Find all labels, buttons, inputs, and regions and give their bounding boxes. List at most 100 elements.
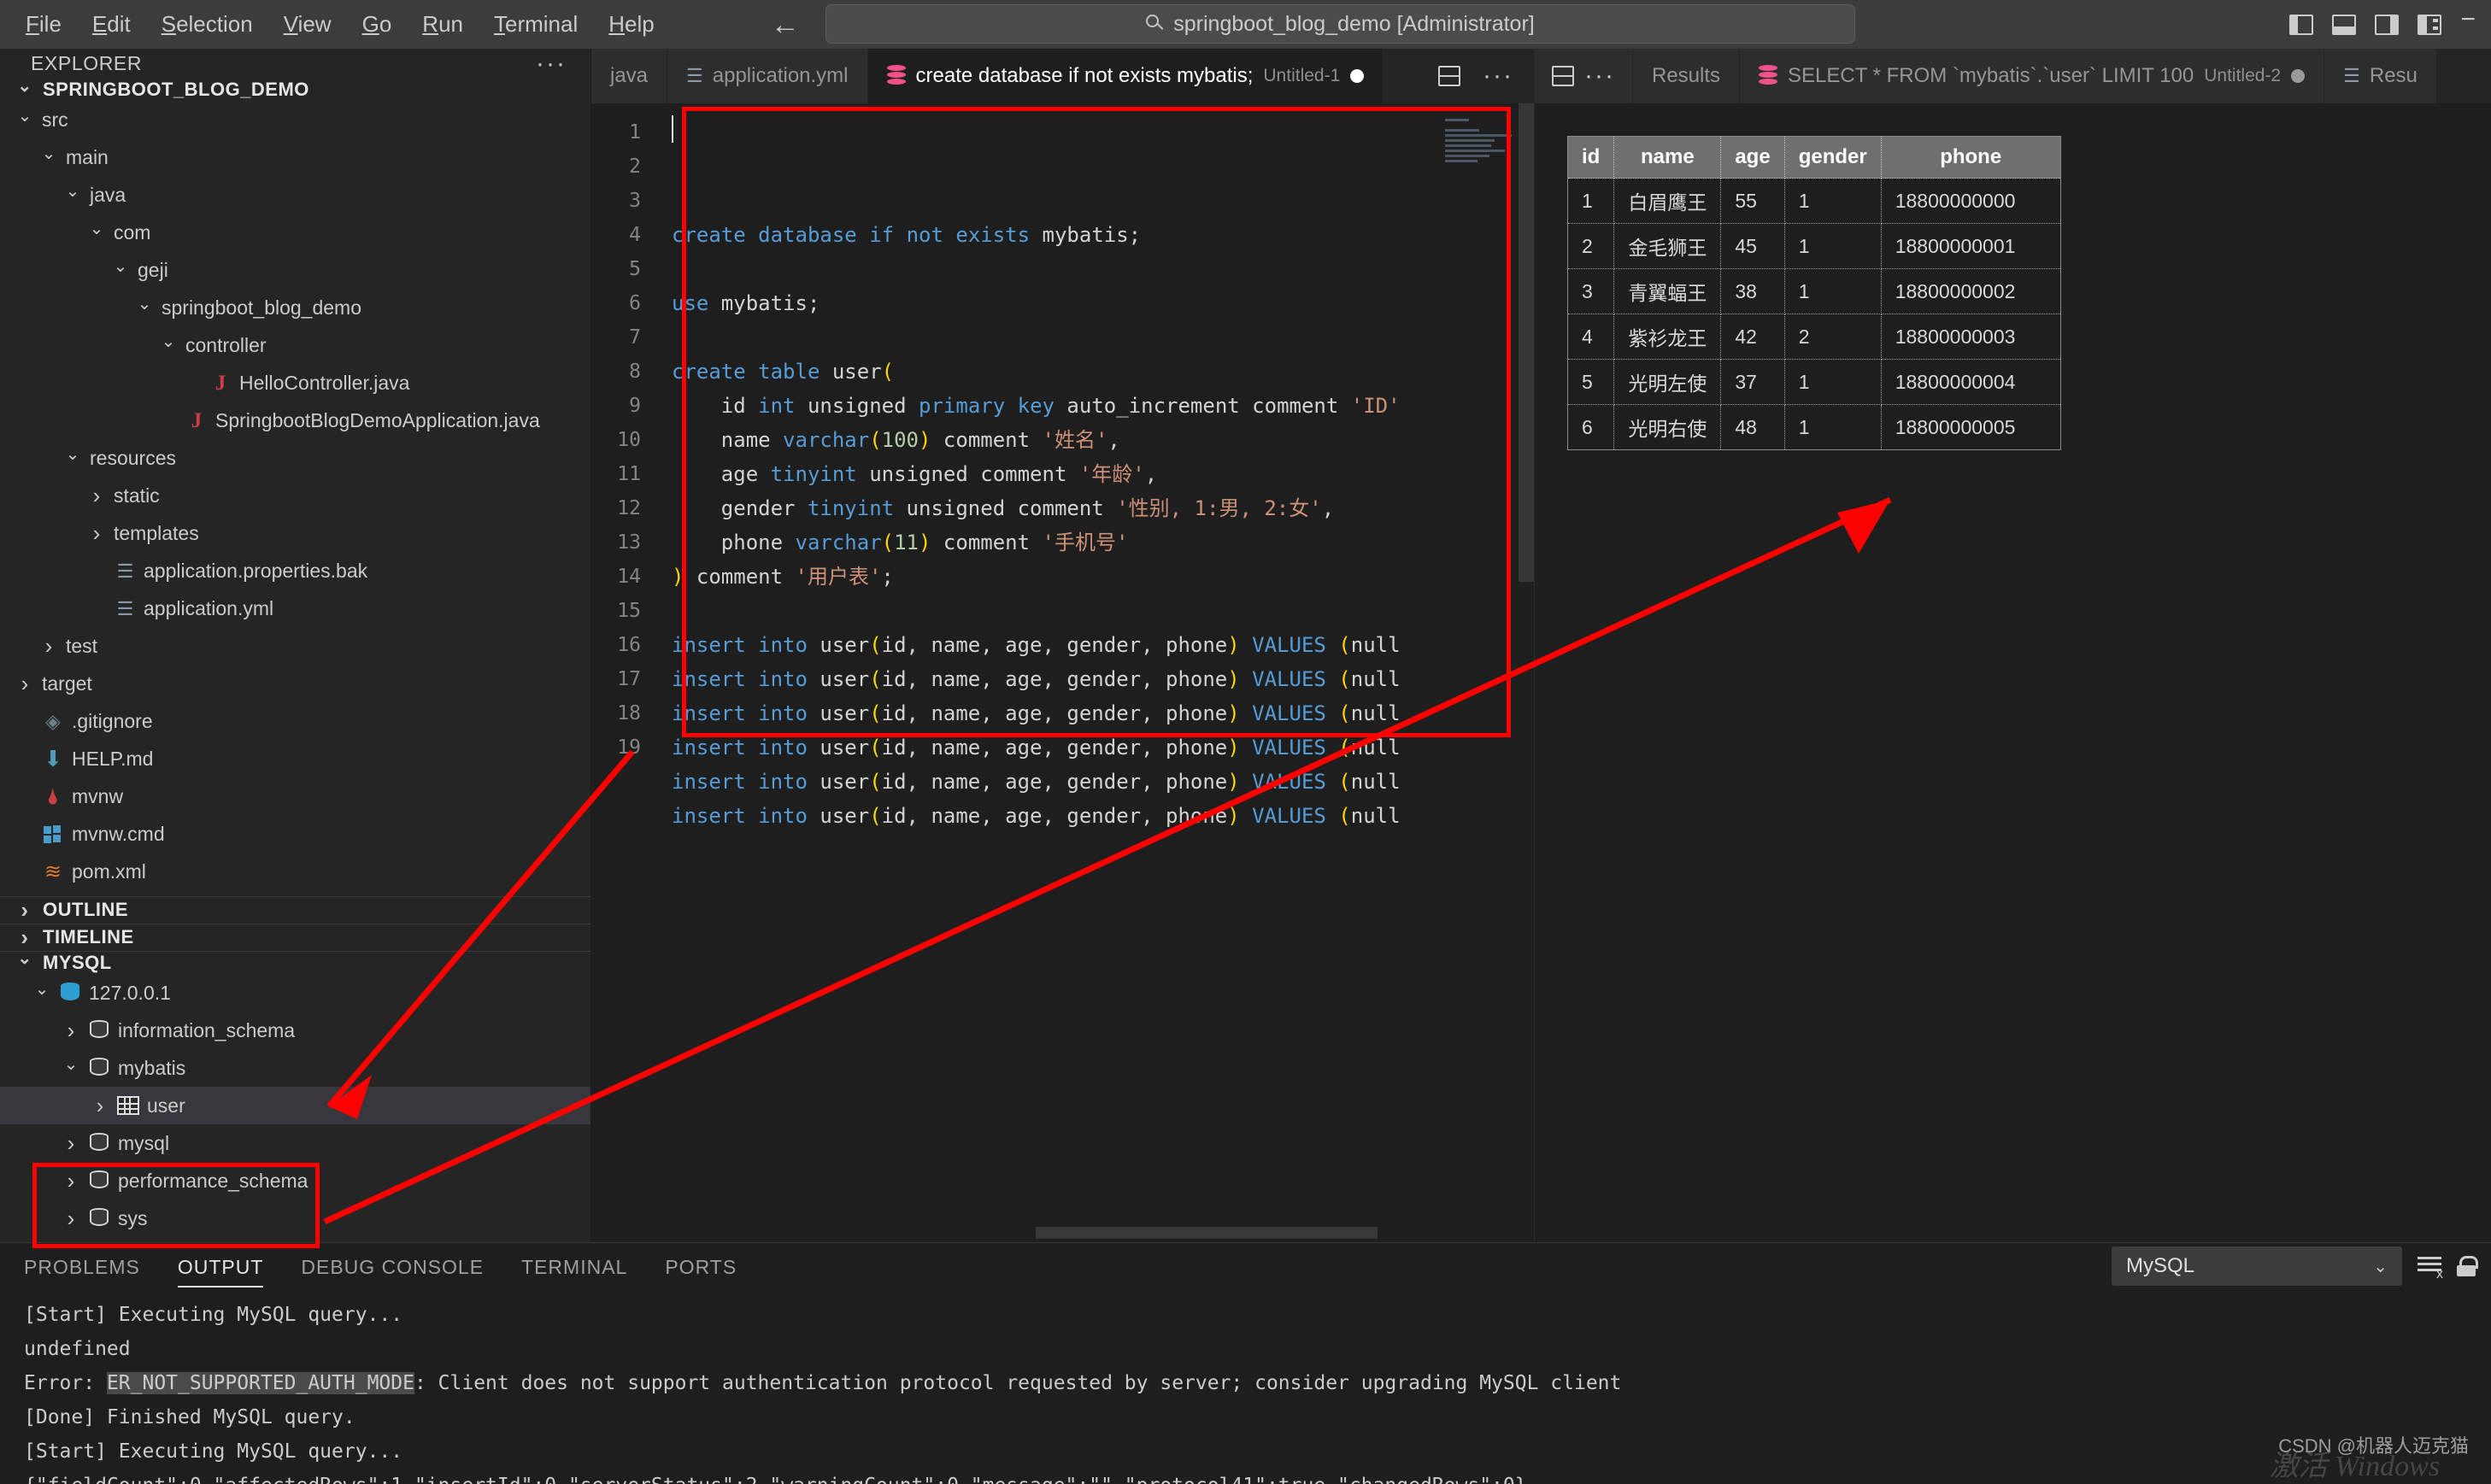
lock-icon[interactable] — [2457, 1256, 2478, 1276]
cell-gender[interactable]: 1 — [1783, 404, 1882, 450]
tab-results[interactable]: Results — [1632, 49, 1741, 103]
cell-age[interactable]: 48 — [1720, 404, 1785, 450]
panel-tab-debug-console[interactable]: DEBUG CONSOLE — [301, 1246, 484, 1291]
split-editor-icon[interactable] — [1438, 66, 1461, 86]
cell-phone[interactable]: 18800000001 — [1880, 223, 2061, 269]
mysql-tree-item-mybatis[interactable]: mybatis — [0, 1049, 590, 1087]
back-arrow-icon[interactable]: ← — [771, 10, 800, 39]
cell-phone[interactable]: 18800000003 — [1880, 314, 2061, 360]
tab-dirty-indicator[interactable] — [1350, 69, 1365, 83]
tab-java[interactable]: java — [591, 49, 668, 103]
explorer-more-actions-icon[interactable]: ··· — [536, 50, 567, 76]
panel-tab-terminal[interactable]: TERMINAL — [521, 1246, 627, 1291]
tree-item-pom-xml[interactable]: ≋ pom.xml — [0, 853, 590, 891]
tree-item-src[interactable]: src — [0, 102, 590, 139]
toggle-secondary-sidebar-icon[interactable] — [2375, 14, 2400, 35]
cell-phone[interactable]: 18800000000 — [1880, 178, 2061, 224]
menu-selection[interactable]: Selection — [146, 9, 268, 40]
code-content[interactable]: create database if not exists mybatis; u… — [653, 103, 1534, 1242]
table-row[interactable]: 3 青翼蝠王 38 1 18800000002 — [1566, 268, 2061, 314]
tree-item-geji[interactable]: geji — [0, 252, 590, 290]
editor-vertical-scrollbar[interactable] — [1519, 103, 1534, 1242]
customize-layout-icon[interactable] — [2418, 14, 2442, 35]
section-header-outline[interactable]: OUTLINE — [0, 895, 590, 924]
code-editor[interactable]: 1 2 3 4 5 6 7 8 9 10 11 12 13 14 15 16 17 18 19 create dat… — [591, 103, 1534, 1242]
menu-help[interactable]: Help — [593, 9, 669, 40]
section-header-mysql[interactable]: MYSQL — [0, 950, 590, 974]
results-more-actions-icon[interactable]: ··· — [1584, 63, 1615, 89]
tree-item-controller[interactable]: controller — [0, 327, 590, 365]
tree-item-static[interactable]: static — [0, 478, 590, 515]
cell-age[interactable]: 38 — [1720, 268, 1785, 314]
cell-id[interactable]: 4 — [1566, 314, 1615, 360]
mysql-tree-item-127-0-0-1[interactable]: 127.0.0.1 — [0, 974, 590, 1012]
cell-phone[interactable]: 18800000005 — [1880, 404, 2061, 450]
cell-gender[interactable]: 1 — [1783, 359, 1882, 405]
cell-gender[interactable]: 2 — [1783, 314, 1882, 360]
cell-name[interactable]: 白眉鹰王 — [1613, 178, 1722, 224]
cell-name[interactable]: 金毛狮王 — [1613, 223, 1722, 269]
editor-horizontal-scrollbar[interactable] — [1036, 1227, 1378, 1239]
menu-terminal[interactable]: Terminal — [479, 9, 593, 40]
mysql-tree-item-performance-schema[interactable]: performance_schema — [0, 1162, 590, 1200]
quick-input-bar[interactable]: springboot_blog_demo [Administrator] — [825, 4, 1855, 44]
toggle-primary-sidebar-icon[interactable] — [2289, 14, 2314, 35]
cell-age[interactable]: 45 — [1720, 223, 1785, 269]
tree-item-gitignore[interactable]: ◈ .gitignore — [0, 703, 590, 741]
tree-item-help-md[interactable]: ⬇ HELP.md — [0, 741, 590, 778]
tree-item-springbootblogdemoapplication-java[interactable]: J SpringbootBlogDemoApplication.java — [0, 402, 590, 440]
table-row[interactable]: 4 紫衫龙王 42 2 18800000003 — [1566, 314, 2061, 360]
menu-file[interactable]: File — [10, 9, 77, 40]
menu-go[interactable]: Go — [347, 9, 408, 40]
tab-application-yml[interactable]: ☰ application.yml — [667, 49, 868, 103]
menu-edit[interactable]: Edit — [77, 9, 146, 40]
tree-item-target[interactable]: target — [0, 666, 590, 703]
tree-item-hellocontroller-java[interactable]: J HelloController.java — [0, 365, 590, 402]
cell-age[interactable]: 55 — [1720, 178, 1785, 224]
col-name[interactable]: name — [1613, 136, 1722, 179]
clear-output-icon[interactable] — [2418, 1257, 2443, 1282]
mysql-tree-item-mysql[interactable]: mysql — [0, 1124, 590, 1162]
cell-name[interactable]: 青翼蝠王 — [1613, 268, 1722, 314]
cell-name[interactable]: 紫衫龙王 — [1613, 314, 1722, 360]
tree-item-test[interactable]: test — [0, 628, 590, 666]
table-row[interactable]: 2 金毛狮王 45 1 18800000001 — [1566, 223, 2061, 269]
cell-id[interactable]: 6 — [1566, 404, 1615, 450]
tree-item-java[interactable]: java — [0, 177, 590, 214]
cell-phone[interactable]: 18800000004 — [1880, 359, 2061, 405]
tab-select-query[interactable]: SELECT * FROM `mybatis`.`user` LIMIT 100… — [1740, 49, 2325, 103]
table-row[interactable]: 1 白眉鹰王 55 1 18800000000 — [1566, 178, 2061, 224]
panel-tab-output[interactable]: OUTPUT — [177, 1246, 264, 1291]
panel-tab-ports[interactable]: PORTS — [665, 1246, 737, 1291]
results-split-icon-holder[interactable]: ··· — [1535, 49, 1633, 103]
tree-item-resources[interactable]: resources — [0, 440, 590, 478]
mysql-tree-item-information-schema[interactable]: information_schema — [0, 1012, 590, 1049]
col-gender[interactable]: gender — [1783, 136, 1882, 179]
cell-gender[interactable]: 1 — [1783, 178, 1882, 224]
minimap[interactable] — [1445, 109, 1519, 204]
tree-item-templates[interactable]: templates — [0, 515, 590, 553]
cell-id[interactable]: 1 — [1566, 178, 1615, 224]
cell-id[interactable]: 2 — [1566, 223, 1615, 269]
cell-gender[interactable]: 1 — [1783, 223, 1882, 269]
menu-view[interactable]: View — [268, 9, 347, 40]
cell-phone[interactable]: 18800000002 — [1880, 268, 2061, 314]
col-id[interactable]: id — [1566, 136, 1615, 179]
cell-name[interactable]: 光明左使 — [1613, 359, 1722, 405]
editor-more-actions-icon[interactable]: ··· — [1483, 63, 1513, 89]
cell-age[interactable]: 37 — [1720, 359, 1785, 405]
col-age[interactable]: age — [1720, 136, 1785, 179]
panel-tab-problems[interactable]: PROBLEMS — [24, 1246, 140, 1291]
col-phone[interactable]: phone — [1880, 136, 2061, 179]
mysql-tree-item-user[interactable]: user — [0, 1087, 590, 1124]
output-channel-select[interactable]: MySQL ⌄ — [2112, 1246, 2402, 1286]
cell-id[interactable]: 3 — [1566, 268, 1615, 314]
section-header-timeline[interactable]: TIMELINE — [0, 923, 590, 951]
split-editor-icon[interactable] — [1552, 66, 1574, 86]
tree-item-com[interactable]: com — [0, 214, 590, 252]
tree-item-mvnw-cmd[interactable]: mvnw.cmd — [0, 816, 590, 853]
tab-create-database-sql[interactable]: create database if not exists mybatis; U… — [867, 49, 1384, 103]
table-row[interactable]: 6 光明右使 48 1 18800000005 — [1566, 404, 2061, 450]
cell-name[interactable]: 光明右使 — [1613, 404, 1722, 450]
minimize-icon[interactable]: − — [2460, 6, 2476, 43]
